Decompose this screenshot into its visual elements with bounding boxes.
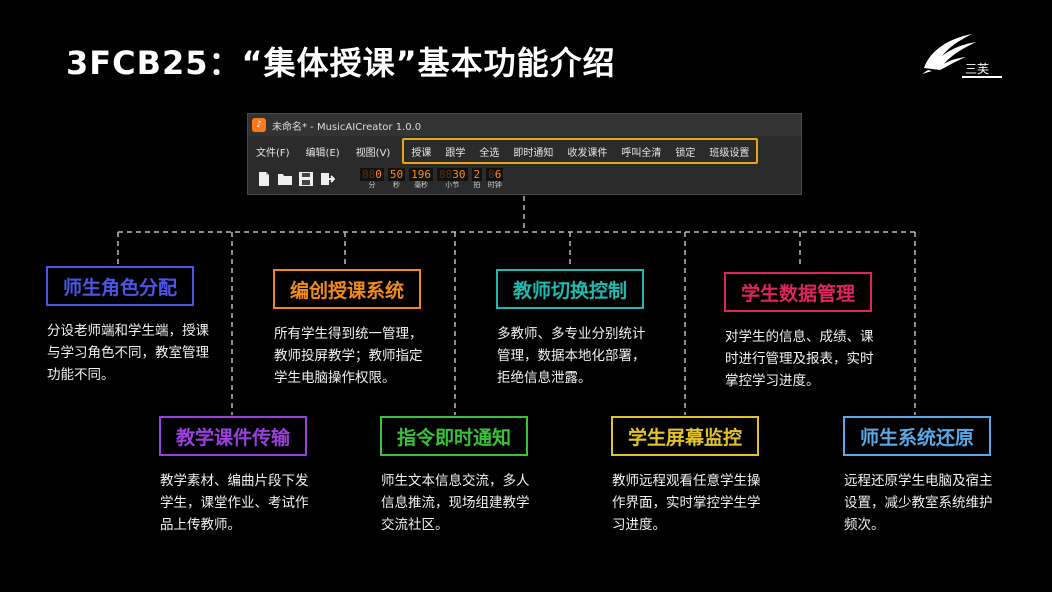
toolbar: 880 分 50 秒 196 毫秒 8830 小节 2 拍 86 时钟 — [256, 167, 796, 191]
window-title: 未命名* - MusicAICreator 1.0.0 — [272, 121, 422, 133]
feature-title: 学生屏幕监控 — [627, 426, 742, 449]
menu-file[interactable]: 文件(F) — [248, 144, 298, 159]
feature-title: 教师切换控制 — [512, 279, 627, 302]
feature-teacher-switch: 教师切换控制 — [496, 269, 644, 309]
feature-role-assign: 师生角色分配 — [46, 266, 194, 306]
menu-teach[interactable]: 授课 — [404, 144, 438, 159]
menu-instant-notify[interactable]: 即时通知 — [506, 144, 560, 159]
counter-bar: 8830 小节 — [437, 168, 468, 189]
feature-desc: 远程还原学生电脑及宿主设置，减少教室系统维护频次。 — [844, 473, 993, 533]
feature-system-restore: 师生系统还原 — [843, 416, 991, 456]
menu-class-settings[interactable]: 班级设置 — [702, 144, 756, 159]
counter-sec: 50 秒 — [387, 168, 406, 189]
counter-ms: 196 毫秒 — [409, 168, 433, 189]
feature-title: 师生角色分配 — [62, 276, 177, 299]
feature-student-data: 学生数据管理 — [724, 272, 872, 312]
feature-teaching-system: 编创授课系统 — [273, 269, 421, 309]
menu-courseware[interactable]: 收发课件 — [560, 144, 614, 159]
menu-select-all[interactable]: 全选 — [472, 144, 506, 159]
feature-title: 编创授课系统 — [289, 279, 404, 302]
brand-logo: 三芙 — [920, 30, 1010, 80]
new-file-icon[interactable] — [256, 171, 272, 187]
save-icon[interactable] — [298, 171, 314, 187]
app-window: ♪ 未命名* - MusicAICreator 1.0.0 文件(F) 编辑(E… — [247, 113, 802, 195]
feature-desc: 教学素材、编曲片段下发学生，课堂作业、考试作品上传教师。 — [160, 473, 309, 533]
feature-desc: 师生文本信息交流，多人信息推流，现场组建教学交流社区。 — [381, 473, 530, 533]
feature-desc: 对学生的信息、成绩、课时进行管理及报表，实时掌控学习进度。 — [725, 329, 874, 389]
feature-courseware: 教学课件传输 — [159, 416, 307, 456]
app-titlebar: ♪ 未命名* - MusicAICreator 1.0.0 — [248, 114, 801, 136]
feature-desc: 多教师、多专业分别统计管理，数据本地化部署，拒绝信息泄露。 — [497, 326, 646, 386]
counter-beat: 2 拍 — [471, 168, 483, 189]
menu-lock[interactable]: 锁定 — [668, 144, 702, 159]
feature-title: 学生数据管理 — [740, 282, 855, 305]
menu-edit[interactable]: 编辑(E) — [298, 144, 348, 159]
feature-title: 师生系统还原 — [859, 426, 974, 449]
counter-min: 880 分 — [360, 168, 384, 189]
menu-view[interactable]: 视图(V) — [348, 144, 399, 159]
app-icon: ♪ — [252, 118, 266, 132]
open-folder-icon[interactable] — [277, 171, 293, 187]
menu-bar: 文件(F) 编辑(E) 视图(V) 授课 跟学 全选 即时通知 收发课件 呼叫全… — [248, 138, 801, 164]
feature-screen-monitor: 学生屏幕监控 — [611, 416, 759, 456]
feature-instant-notify: 指令即时通知 — [380, 416, 528, 456]
feature-desc: 教师远程观看任意学生操作界面，实时掌控学生学习进度。 — [612, 473, 761, 533]
menu-follow[interactable]: 跟学 — [438, 144, 472, 159]
feature-title: 教学课件传输 — [175, 426, 290, 449]
logo-underline — [962, 76, 1002, 78]
feature-title: 指令即时通知 — [396, 426, 511, 449]
feature-desc: 分设老师端和学生端，授课与学习角色不同，教室管理功能不同。 — [47, 323, 209, 383]
menu-call-clear[interactable]: 呼叫全清 — [614, 144, 668, 159]
logo-text: 三芙 — [965, 62, 990, 76]
export-icon[interactable] — [319, 171, 335, 187]
class-menu-group: 授课 跟学 全选 即时通知 收发课件 呼叫全清 锁定 班级设置 — [402, 138, 759, 164]
page-title: 3FCB25：“集体授课”基本功能介绍 — [66, 44, 616, 82]
counter-clock: 86 时钟 — [486, 168, 504, 189]
feature-desc: 所有学生得到统一管理，教师投屏教学；教师指定学生电脑操作权限。 — [274, 326, 423, 386]
time-counter: 880 分 50 秒 196 毫秒 8830 小节 2 拍 86 时钟 — [360, 168, 507, 190]
